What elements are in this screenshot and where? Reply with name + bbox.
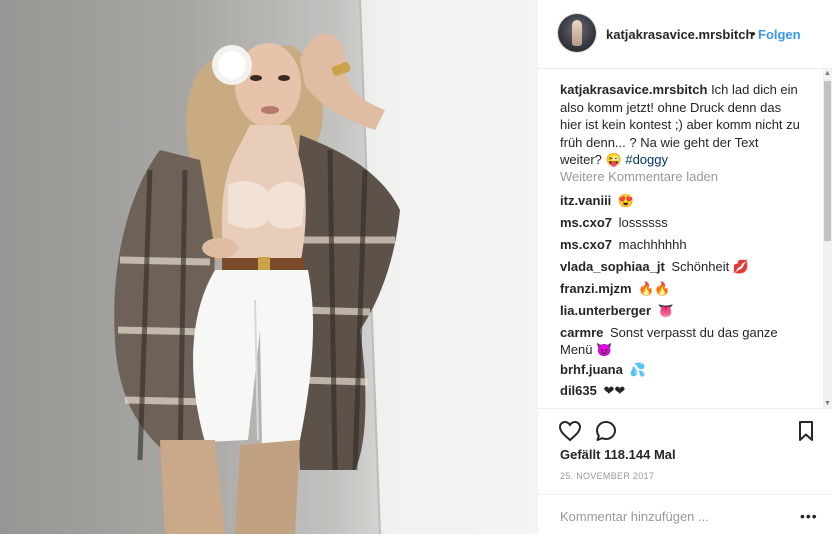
comment-item: ms.cxo7 lossssss (560, 214, 805, 231)
header-username[interactable]: katjakrasavice.mrsbitch (606, 27, 753, 42)
scrollbar-thumb[interactable] (824, 81, 831, 241)
comment-username[interactable]: dil635 (560, 383, 597, 398)
comment-text: Schönheit (671, 259, 730, 274)
post-actions (538, 408, 832, 449)
comment-username[interactable]: franzi.mjzm (560, 281, 632, 296)
scroll-up-arrow-icon[interactable]: ▲ (823, 69, 832, 78)
comment-username[interactable]: lia.unterberger (560, 303, 651, 318)
comment-username[interactable]: vlada_sophiaa_jt (560, 259, 665, 274)
bookmark-icon[interactable] (794, 419, 818, 443)
scroll-down-arrow-icon[interactable]: ▼ (823, 399, 832, 408)
comment-text: lossssss (618, 215, 668, 230)
more-options-icon[interactable]: ••• (800, 508, 818, 524)
comments-scrollbar[interactable]: ▲ ▼ (823, 69, 832, 408)
separator-dot: • (751, 26, 756, 41)
comment-item: ms.cxo7 machhhhhh (560, 236, 805, 253)
post-date[interactable]: 25. NOVEMBER 2017 (560, 471, 654, 481)
caption: katjakrasavice.mrsbitch Ich lad dich ein… (560, 81, 802, 169)
heart-icon[interactable] (558, 419, 582, 443)
post-side-panel: katjakrasavice.mrsbitch • Folgen katjakr… (538, 0, 832, 534)
caption-username[interactable]: katjakrasavice.mrsbitch (560, 82, 707, 97)
comment-item: vlada_sophiaa_jt Schönheit 💋 (560, 258, 805, 275)
comment-emoji: 😈 (596, 342, 613, 357)
comment-text: machhhhhh (618, 237, 687, 252)
comment-username[interactable]: brhf.juana (560, 362, 623, 377)
comment-item: dil635 ❤❤ (560, 382, 805, 399)
post-header: katjakrasavice.mrsbitch • Folgen (538, 0, 832, 69)
post-photo[interactable] (0, 0, 538, 534)
add-comment-bar: ••• (538, 494, 832, 535)
comment-emoji: 💋 (732, 259, 750, 274)
load-more-comments-button[interactable]: Weitere Kommentare laden (560, 169, 718, 184)
instagram-post: katjakrasavice.mrsbitch • Folgen katjakr… (0, 0, 832, 534)
comment-item: itz.vaniii 😍 (560, 192, 805, 209)
caption-hashtag[interactable]: #doggy (625, 152, 668, 167)
comment-emoji: 🔥🔥 (638, 281, 671, 296)
comments-list[interactable]: katjakrasavice.mrsbitch Ich lad dich ein… (538, 69, 823, 408)
comment-item: franzi.mjzm 🔥🔥 (560, 280, 805, 297)
comment-icon[interactable] (594, 419, 618, 443)
comment-username[interactable]: ms.cxo7 (560, 215, 612, 230)
comment-item: brhf.juana 💦 (560, 361, 805, 378)
follow-button[interactable]: Folgen (758, 27, 801, 42)
likes-count[interactable]: Gefällt 118.144 Mal (560, 447, 676, 462)
comment-input[interactable] (558, 506, 792, 526)
comment-emoji: ❤❤ (603, 383, 626, 398)
comment-item: lia.unterberger 👅 (560, 302, 805, 319)
comment-emoji: 💦 (629, 362, 646, 377)
photo-illustration (0, 0, 538, 534)
comment-username[interactable]: ms.cxo7 (560, 237, 612, 252)
comment-username[interactable]: itz.vaniii (560, 193, 611, 208)
comment-emoji: 👅 (657, 303, 674, 318)
comment-username[interactable]: carmre (560, 325, 603, 340)
avatar[interactable] (558, 14, 596, 52)
comment-emoji: 😍 (617, 193, 635, 208)
comment-item: carmre Sonst verpasst du das ganze Menü … (560, 324, 805, 358)
